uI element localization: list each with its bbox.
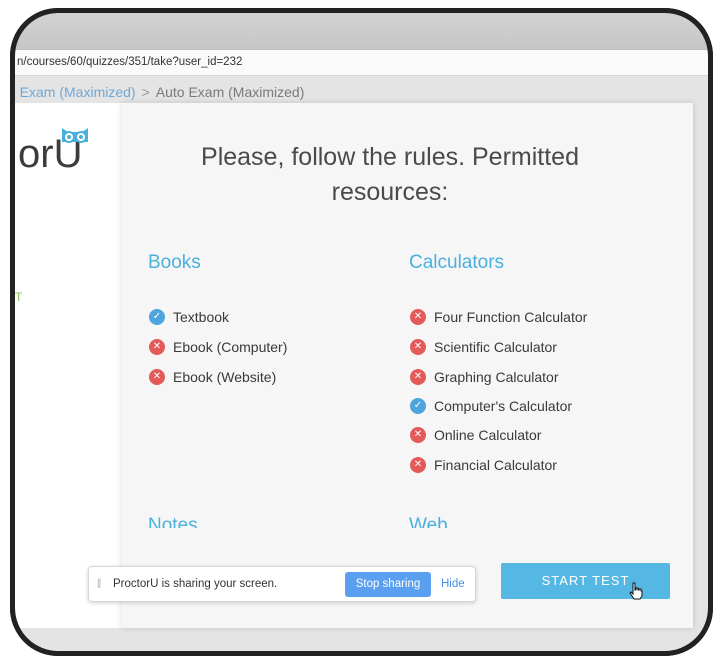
calculators-item-graphing: ✕ Graphing Calculator bbox=[410, 368, 559, 386]
start-test-button[interactable]: START TEST bbox=[501, 563, 670, 599]
calculators-item-computer: ✓ Computer's Calculator bbox=[410, 397, 572, 415]
x-circle-icon: ✕ bbox=[149, 369, 165, 385]
screen-share-bar: || ProctorU is sharing your screen. Stop… bbox=[88, 566, 476, 602]
calculators-item-online: ✕ Online Calculator bbox=[410, 426, 541, 444]
share-message: ProctorU is sharing your screen. bbox=[113, 578, 278, 590]
item-label: Four Function Calculator bbox=[434, 309, 588, 325]
item-label: Scientific Calculator bbox=[434, 339, 557, 355]
calculators-heading: Calculators bbox=[409, 252, 505, 273]
item-label: Online Calculator bbox=[434, 427, 542, 443]
books-heading: Books bbox=[148, 252, 201, 273]
breadcrumb-link[interactable]: o Exam (Maximized) bbox=[15, 84, 136, 100]
item-label: Financial Calculator bbox=[434, 457, 557, 473]
hide-button[interactable]: Hide bbox=[441, 578, 465, 590]
web-heading: Web bbox=[409, 515, 448, 528]
x-circle-icon: ✕ bbox=[410, 457, 426, 473]
viewport: o Exam (Maximized) > Auto Exam (Maximized)… bbox=[15, 13, 708, 651]
x-circle-icon: ✕ bbox=[410, 339, 426, 355]
item-label: Computer's Calculator bbox=[434, 398, 573, 414]
item-label: Ebook (Computer) bbox=[173, 339, 288, 355]
check-circle-icon: ✓ bbox=[410, 398, 426, 414]
rules-title: Please, follow the rules. Permitted reso… bbox=[201, 143, 579, 206]
breadcrumb: o Exam (Maximized) > Auto Exam (Maximized) bbox=[15, 84, 304, 100]
books-item-ebook-computer: ✕ Ebook (Computer) bbox=[149, 338, 287, 356]
modal-sidebar bbox=[15, 103, 127, 628]
item-label: Ebook (Website) bbox=[173, 369, 277, 385]
drag-handle-icon[interactable]: || bbox=[97, 578, 101, 589]
breadcrumb-current: Auto Exam (Maximized) bbox=[155, 84, 305, 100]
owl-logo-icon bbox=[62, 128, 88, 143]
item-label: Graphing Calculator bbox=[434, 369, 559, 385]
check-circle-icon: ✓ bbox=[149, 309, 165, 325]
books-item-ebook-website: ✕ Ebook (Website) bbox=[149, 368, 276, 386]
x-circle-icon: ✕ bbox=[410, 369, 426, 385]
sidebar-side-letter: T bbox=[15, 290, 23, 304]
x-circle-icon: ✕ bbox=[149, 339, 165, 355]
hand-cursor-icon bbox=[629, 582, 643, 600]
books-item-textbook: ✓ Textbook bbox=[149, 308, 229, 326]
breadcrumb-separator: > bbox=[141, 84, 150, 100]
stop-sharing-button[interactable]: Stop sharing bbox=[345, 572, 431, 597]
x-circle-icon: ✕ bbox=[410, 309, 426, 325]
calculators-item-financial: ✕ Financial Calculator bbox=[410, 456, 557, 474]
x-circle-icon: ✕ bbox=[410, 427, 426, 443]
calculators-item-four-function: ✕ Four Function Calculator bbox=[410, 308, 587, 326]
item-label: Textbook bbox=[173, 309, 230, 325]
notes-heading: Notes bbox=[148, 515, 198, 528]
calculators-item-scientific: ✕ Scientific Calculator bbox=[410, 338, 557, 356]
